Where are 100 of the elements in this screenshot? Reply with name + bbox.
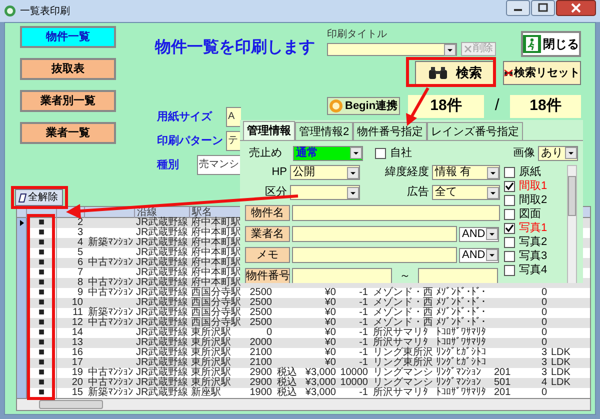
table-cell-text: 東所沢駅 — [190, 368, 232, 378]
input-field[interactable] — [292, 268, 392, 283]
table-cell-text: 10000 — [339, 368, 369, 378]
total-count: 18件 — [510, 94, 581, 118]
table-cell-text: 13 — [70, 338, 84, 348]
tab[interactable]: 管理情報 — [243, 121, 295, 140]
checkbox[interactable] — [504, 264, 515, 276]
table-cell-text: 中古ﾏﾝｼｮﾝ — [87, 368, 134, 378]
search-button[interactable]: 検索 — [415, 61, 495, 85]
input-field[interactable] — [418, 268, 498, 283]
table-cell-text: ﾘﾝｸﾞﾏﾝｼｮﾝ — [435, 368, 482, 378]
checkbox[interactable] — [504, 236, 515, 248]
close-button[interactable]: 閉じる — [521, 31, 581, 57]
tab[interactable]: 管理情報2 — [295, 122, 354, 140]
table-cell-text: 中古ﾏﾝｼｮﾝ — [87, 378, 134, 388]
table-cell-text: 6 — [76, 258, 84, 268]
table-cell-text: 0 — [540, 318, 548, 328]
table-cell-text: JR武蔵野線 — [135, 248, 190, 258]
checkbox[interactable] — [504, 166, 515, 178]
table-cell-text: 2500 — [248, 288, 273, 298]
input-field[interactable] — [292, 226, 457, 242]
table-cell-text: 12 — [70, 318, 84, 328]
input-field[interactable]: 売マンシ — [197, 155, 241, 175]
checkbox[interactable] — [504, 180, 515, 192]
table-cell-text: JR武蔵野線 — [135, 388, 190, 398]
input-field[interactable] — [292, 247, 457, 263]
table-cell-text: 中古ﾏﾝｼｮﾝ — [87, 278, 134, 288]
table-cell-text: ﾒｿﾞﾝﾄﾞ･ﾄﾞ･ — [435, 298, 487, 308]
table-cell-text: 東所沢駅 — [190, 378, 232, 388]
table-cell-text: 2500 — [248, 318, 273, 328]
table-cell-text: 17 — [70, 358, 84, 368]
image-select[interactable]: あり — [538, 146, 578, 160]
tab[interactable]: レインズ番号指定 — [427, 122, 524, 140]
table-cell-text: 14 — [70, 328, 84, 338]
reset-search-button[interactable]: 検索リセット — [503, 61, 581, 85]
table-cell-text: 4 — [76, 238, 84, 248]
table-cell: 西国分寺駅 — [190, 298, 242, 308]
table-cell-text: ¥3,000 — [304, 368, 337, 378]
checkbox[interactable] — [504, 194, 515, 206]
field-label: 物件番号 — [245, 268, 290, 283]
table-cell-text: リングマンシ — [372, 368, 434, 378]
table-cell-text: 10000 — [339, 378, 369, 388]
app-icon — [4, 5, 16, 17]
status-select[interactable]: 通常 — [293, 146, 363, 160]
filter-select[interactable]: 情報 有 — [432, 165, 500, 180]
checkbox[interactable] — [375, 148, 386, 158]
table-cell-text: 201 — [493, 368, 512, 378]
tab[interactable]: 物件番号指定 — [353, 122, 428, 140]
checkbox[interactable] — [504, 250, 515, 262]
input-field[interactable]: テ — [226, 131, 241, 151]
input-field[interactable]: A — [226, 107, 241, 127]
table-cell-text: 2100 — [248, 348, 273, 358]
close-icon[interactable] — [556, 0, 596, 16]
minimize-icon[interactable] — [506, 0, 530, 16]
table-cell-text: 20 — [70, 378, 84, 388]
table-cell-text: 東所沢駅 — [190, 358, 232, 368]
nav-button[interactable]: 抜取表 — [20, 58, 116, 80]
clear-all-button[interactable]: 全解除 — [15, 189, 63, 206]
field-label: メモ — [245, 247, 290, 263]
maximize-icon[interactable] — [531, 0, 555, 16]
table-cell-text: JR武蔵野線 — [135, 298, 190, 308]
table-cell-text: 8 — [76, 278, 84, 288]
operator-select[interactable]: AND — [459, 248, 499, 262]
table-cell-text: 3 — [540, 348, 548, 358]
checkbox[interactable] — [504, 222, 515, 234]
table-cell-text: -1 — [358, 358, 369, 368]
filter-select[interactable]: 公開 — [290, 165, 360, 180]
begin-link-button[interactable]: Begin連携 — [327, 97, 400, 115]
row-selector[interactable] — [17, 218, 27, 228]
checkbox-label: 写真1 — [519, 222, 548, 234]
table-cell-text: -1 — [358, 338, 369, 348]
table-cell-text: 2500 — [248, 298, 273, 308]
table-cell-text: 新築ﾏﾝｼｮﾝ — [87, 238, 134, 248]
checkbox-label: 図面 — [519, 208, 541, 220]
table-cell-text: JR武蔵野線 — [135, 318, 190, 328]
table-cell-text: 新築ﾏﾝｼｮﾝ — [87, 388, 134, 398]
operator-select[interactable]: AND — [459, 226, 499, 242]
table-cell-text: ﾒｿﾞﾝﾄﾞ･ﾄﾞ･ — [435, 288, 487, 298]
input-field[interactable] — [292, 205, 500, 221]
table-cell-text: 10 — [70, 298, 84, 308]
nav-button[interactable]: 業者一覧 — [20, 122, 116, 144]
filter-select[interactable]: 全て — [432, 185, 500, 200]
table-cell-text: JR武蔵野線 — [135, 368, 190, 378]
checkbox[interactable] — [504, 208, 515, 220]
table-cell-text: ¥0 — [324, 348, 337, 358]
table-cell: 府中本町駅 — [190, 238, 242, 248]
table-cell-text: 2900 — [248, 378, 273, 388]
filter-select[interactable] — [290, 185, 360, 200]
vertical-scrollbar[interactable] — [567, 165, 577, 283]
horizontal-scrollbar[interactable] — [17, 398, 590, 410]
table-cell-text: ﾄｺﾛｻﾞﾜｻﾏﾘﾀ — [435, 328, 487, 338]
nav-button[interactable]: 業者別一覧 — [20, 90, 116, 112]
table-cell-text: LDK — [550, 348, 572, 358]
table-cell: 府中本町駅 — [190, 268, 242, 278]
nav-button[interactable]: 物件一覧 — [20, 26, 116, 48]
table-cell: 西国分寺駅 — [190, 288, 242, 298]
table-cell-text: 0 — [540, 338, 548, 348]
field-label: 物件名 — [245, 205, 290, 221]
table-cell-text: JR武蔵野線 — [135, 348, 190, 358]
table-cell-text: 新座駅 — [190, 388, 222, 398]
